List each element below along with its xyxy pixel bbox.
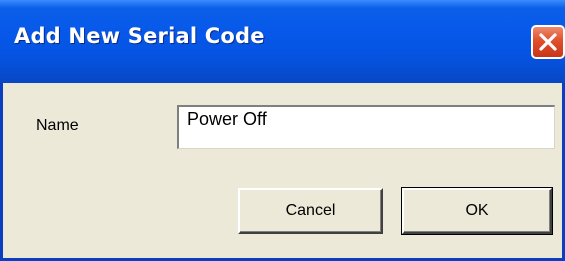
ok-button[interactable]: OK xyxy=(401,187,553,235)
name-input[interactable] xyxy=(177,105,555,149)
close-button[interactable] xyxy=(531,25,565,59)
close-icon xyxy=(539,33,557,51)
dialog-title: Add New Serial Code xyxy=(14,24,265,48)
dialog-window: Add New Serial Code Name Cancel OK xyxy=(0,0,565,261)
name-label: Name xyxy=(36,117,79,134)
title-bar[interactable]: Add New Serial Code xyxy=(0,0,565,83)
cancel-button[interactable]: Cancel xyxy=(238,188,383,234)
